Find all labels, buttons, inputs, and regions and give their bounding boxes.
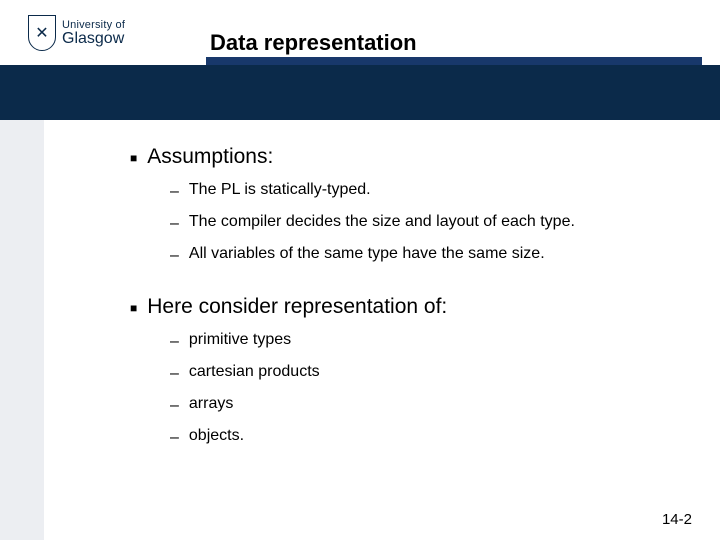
- square-bullet-icon: ■: [130, 151, 137, 165]
- university-logo: ✕ University of Glasgow: [28, 15, 125, 51]
- slide: ✕ University of Glasgow Data representat…: [0, 0, 720, 540]
- crest-inner-icon: ✕: [35, 23, 48, 43]
- crest-icon: ✕: [28, 15, 56, 51]
- slide-title: Data representation: [210, 30, 417, 56]
- logo-line2: Glasgow: [62, 31, 125, 47]
- logo-line1: University of: [62, 20, 125, 31]
- dash-bullet-icon: –: [170, 365, 179, 383]
- page-number: 14-2: [662, 511, 692, 528]
- bullet-level2: – objects.: [170, 427, 680, 447]
- bullet-level1: ■ Assumptions:: [130, 145, 680, 169]
- bullet-level2: – cartesian products: [170, 363, 680, 383]
- bullet-text: primitive types: [189, 331, 291, 349]
- logo-text: University of Glasgow: [62, 20, 125, 47]
- bullet-text: The compiler decides the size and layout…: [189, 213, 575, 231]
- header-blue-block: [0, 65, 720, 120]
- bullet-text: Here consider representation of:: [147, 295, 447, 319]
- bullet-text: Assumptions:: [147, 145, 273, 169]
- bullet-text: arrays: [189, 395, 233, 413]
- bullet-level2: – All variables of the same type have th…: [170, 245, 680, 265]
- dash-bullet-icon: –: [170, 183, 179, 201]
- content-area: ■ Assumptions: – The PL is statically-ty…: [130, 135, 680, 459]
- dash-bullet-icon: –: [170, 333, 179, 351]
- bullet-text: cartesian products: [189, 363, 320, 381]
- bullet-text: The PL is statically-typed.: [189, 181, 371, 199]
- dash-bullet-icon: –: [170, 429, 179, 447]
- left-grey-strip: [0, 120, 44, 540]
- dash-bullet-icon: –: [170, 397, 179, 415]
- dash-bullet-icon: –: [170, 215, 179, 233]
- bullet-level2: – The compiler decides the size and layo…: [170, 213, 680, 233]
- bullet-text: objects.: [189, 427, 244, 445]
- bullet-level2: – arrays: [170, 395, 680, 415]
- bullet-text: All variables of the same type have the …: [189, 245, 545, 263]
- bullet-level2: – The PL is statically-typed.: [170, 181, 680, 201]
- bullet-level2: – primitive types: [170, 331, 680, 351]
- title-underline: [206, 57, 702, 65]
- square-bullet-icon: ■: [130, 301, 137, 315]
- bullet-level1: ■ Here consider representation of:: [130, 295, 680, 319]
- dash-bullet-icon: –: [170, 247, 179, 265]
